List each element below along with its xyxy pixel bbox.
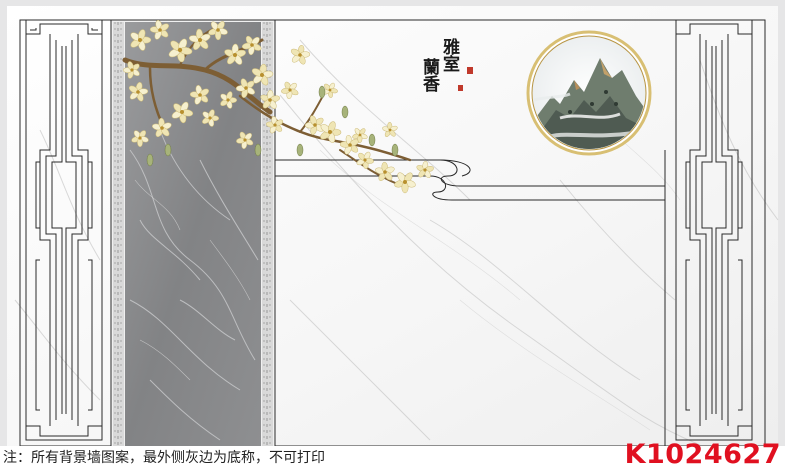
magnolia-bud [368,133,376,147]
magnolia-bud [318,85,326,99]
magnolia-bud [254,143,262,157]
wallpaper-artwork: 雅室 蘭香 [0,0,785,471]
poem-left-text: 蘭香 [419,57,440,93]
red-seal [467,67,473,74]
magnolia-bud [164,143,172,157]
poem-right-text: 雅室 [439,37,461,72]
product-code: K1024627 [624,439,781,470]
magnolia-bud [391,143,399,157]
footer-note: 注：所有背景墙图案，最外侧灰边为底称，不可打印 [3,450,325,466]
magnolia-bud [341,105,349,119]
magnolia-bud [146,153,154,167]
magnolia-bud [296,143,304,157]
